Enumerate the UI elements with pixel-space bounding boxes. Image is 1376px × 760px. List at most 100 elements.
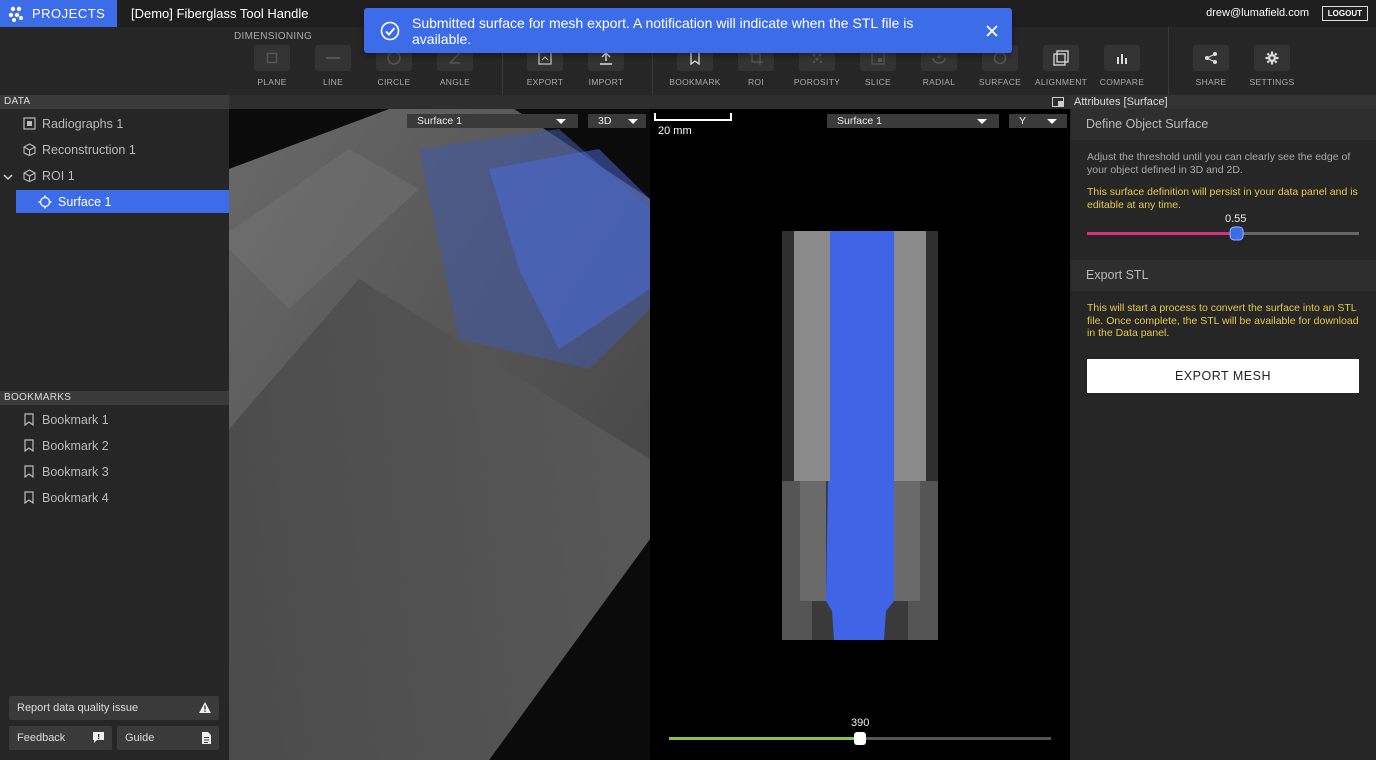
slider-fill — [669, 737, 860, 740]
compare-icon — [1117, 54, 1127, 64]
logout-button[interactable]: LOGOUT — [1321, 6, 1368, 21]
data-item-surface[interactable]: Surface 1 — [16, 190, 229, 213]
caret-down-icon — [628, 119, 638, 124]
square-icon — [266, 52, 278, 64]
slice-slider[interactable] — [669, 731, 1051, 747]
left-surface-select[interactable]: Surface 1 — [407, 114, 578, 128]
bookmark-icon — [690, 51, 700, 65]
data-item-reconstruction[interactable]: Reconstruction 1 — [22, 138, 229, 161]
view-mode-value: 3D — [598, 115, 612, 127]
guide-button[interactable]: Guide — [117, 726, 219, 750]
report-data-quality-button[interactable]: Report data quality issue — [9, 696, 219, 720]
import-icon — [600, 51, 612, 65]
panel-toggle-icon[interactable] — [1052, 97, 1064, 107]
bookmark-icon — [22, 465, 36, 479]
slider-thumb[interactable] — [1229, 226, 1244, 241]
threshold-slider[interactable] — [1087, 226, 1359, 242]
attributes-panel: Attributes [Surface] Define Object Surfa… — [1070, 95, 1376, 760]
export-stl-header: Export STL — [1071, 260, 1376, 291]
caret-down-icon — [1047, 119, 1057, 124]
data-section-header: DATA — [0, 95, 229, 109]
scale-label: 20 mm — [658, 125, 692, 137]
3d-view[interactable] — [229, 109, 650, 760]
tool-compare[interactable]: COMPARE — [1094, 45, 1150, 91]
tool-label: ROI — [747, 77, 764, 87]
bookmark-icon — [22, 439, 36, 453]
feedback-button[interactable]: Feedback — [9, 726, 112, 750]
alignment-icon — [1053, 50, 1069, 66]
export-icon — [538, 51, 552, 65]
tool-label: SURFACE — [978, 77, 1022, 87]
data-item-label: Radiographs 1 — [42, 116, 124, 131]
slider-thumb[interactable] — [854, 732, 866, 745]
close-notification-button[interactable] — [972, 11, 1012, 51]
axis-select[interactable]: Y — [1009, 114, 1067, 128]
logo-icon — [8, 6, 23, 22]
radiograph-icon — [22, 117, 36, 131]
left-panel: DATA Radiographs 1 Reconstruction 1 ROI … — [0, 95, 229, 760]
bookmark-label: Bookmark 4 — [42, 490, 109, 505]
data-item-label: ROI 1 — [42, 168, 75, 183]
tool-label: POROSITY — [793, 77, 841, 87]
dimensioning-label: DIMENSIONING — [234, 31, 313, 42]
caret-down-icon — [556, 119, 566, 124]
data-item-label: Reconstruction 1 — [42, 142, 136, 157]
line-icon — [326, 57, 340, 59]
tool-settings[interactable]: SETTINGS — [1244, 45, 1300, 91]
surface-icon — [38, 195, 52, 209]
slice-render — [782, 231, 938, 640]
gear-icon — [1265, 51, 1279, 65]
check-circle-icon — [380, 21, 400, 40]
tool-label: LINE — [322, 77, 344, 87]
projects-button[interactable]: PROJECTS — [0, 0, 117, 27]
bookmark-label: Bookmark 2 — [42, 438, 109, 453]
user-email: drew@lumafield.com — [1206, 7, 1309, 19]
data-item-label: Surface 1 — [58, 194, 112, 209]
feedback-icon — [93, 732, 104, 743]
tool-label: COMPARE — [1099, 77, 1145, 87]
tool-label: SLICE — [864, 77, 892, 87]
warning-icon — [199, 702, 211, 713]
right-surface-value: Surface 1 — [837, 115, 882, 127]
bookmark-item[interactable]: Bookmark 4 — [22, 486, 229, 509]
bookmark-label: Bookmark 1 — [42, 412, 109, 427]
share-icon — [1205, 52, 1217, 64]
export-stl-text: This will start a process to convert the… — [1087, 302, 1359, 339]
caret-down-icon — [977, 119, 987, 124]
porosity-icon — [812, 53, 823, 64]
export-mesh-button[interactable]: EXPORT MESH — [1087, 359, 1359, 393]
bookmark-item[interactable]: Bookmark 1 — [22, 408, 229, 431]
slice-icon — [871, 51, 885, 65]
tool-share[interactable]: SHARE — [1183, 45, 1239, 91]
report-label: Report data quality issue — [17, 702, 139, 714]
2d-slice-view[interactable] — [782, 231, 938, 640]
chevron-down-icon[interactable] — [3, 172, 13, 182]
tool-label: ANGLE — [439, 77, 471, 87]
tool-label: IMPORT — [588, 77, 624, 87]
tool-line[interactable]: LINE — [305, 45, 361, 91]
attributes-title: Attributes [Surface] — [1070, 95, 1376, 109]
slice-value-label: 390 — [851, 717, 870, 729]
bookmark-item[interactable]: Bookmark 2 — [22, 434, 229, 457]
surface-icon — [993, 51, 1007, 65]
define-surface-header: Define Object Surface — [1071, 109, 1376, 140]
view-mode-select[interactable]: 3D — [588, 114, 646, 128]
data-item-roi[interactable]: ROI 1 — [22, 164, 229, 187]
viewport: Surface 1 3D 20 mm Surface 1 Y 390 — [229, 95, 1070, 760]
angle-icon — [449, 52, 461, 64]
bookmark-item[interactable]: Bookmark 3 — [22, 460, 229, 483]
bookmark-label: Bookmark 3 — [42, 464, 109, 479]
viewport-header — [229, 95, 1070, 109]
crop-icon — [749, 51, 763, 65]
tool-label: PLANE — [257, 77, 287, 87]
scale-bar — [654, 113, 732, 121]
document-icon — [202, 732, 211, 744]
tool-plane[interactable]: PLANE — [244, 45, 300, 91]
data-item-radiographs[interactable]: Radiographs 1 — [22, 112, 229, 135]
cube-icon — [22, 143, 36, 157]
project-title: [Demo] Fiberglass Tool Handle — [131, 6, 309, 21]
tool-label: RADIAL — [922, 77, 956, 87]
right-surface-select[interactable]: Surface 1 — [827, 114, 999, 128]
bookmark-icon — [22, 413, 36, 427]
tool-alignment[interactable]: ALIGNMENT — [1033, 45, 1089, 91]
